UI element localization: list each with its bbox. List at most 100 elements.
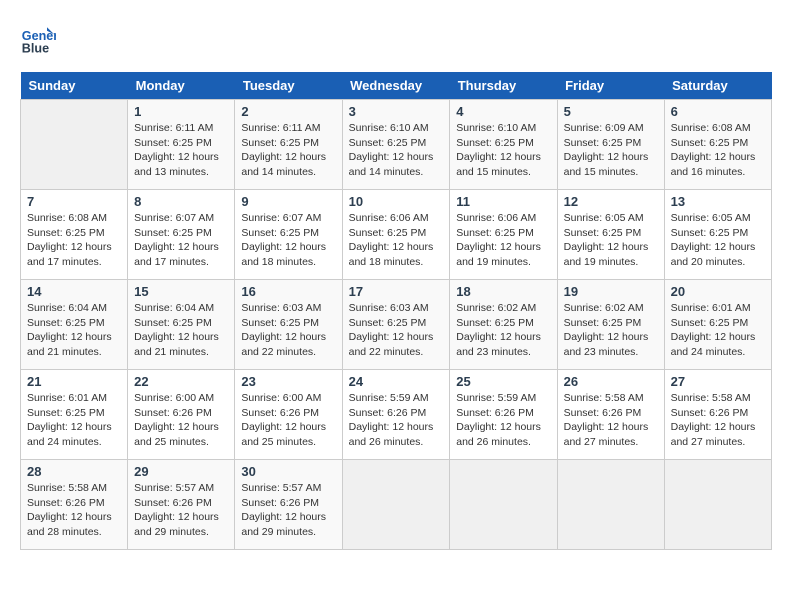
day-info: Sunrise: 6:04 AMSunset: 6:25 PMDaylight:…: [134, 301, 228, 360]
day-number: 17: [349, 284, 444, 299]
day-info: Sunrise: 5:59 AMSunset: 6:26 PMDaylight:…: [456, 391, 550, 450]
day-info: Sunrise: 6:09 AMSunset: 6:25 PMDaylight:…: [564, 121, 658, 180]
day-number: 28: [27, 464, 121, 479]
day-number: 29: [134, 464, 228, 479]
day-number: 23: [241, 374, 335, 389]
day-info: Sunrise: 6:06 AMSunset: 6:25 PMDaylight:…: [456, 211, 550, 270]
calendar-cell: 8 Sunrise: 6:07 AMSunset: 6:25 PMDaylight…: [128, 190, 235, 280]
day-info: Sunrise: 6:00 AMSunset: 6:26 PMDaylight:…: [134, 391, 228, 450]
day-number: 14: [27, 284, 121, 299]
calendar-cell: 11 Sunrise: 6:06 AMSunset: 6:25 PMDayligh…: [450, 190, 557, 280]
calendar-cell: [342, 460, 450, 550]
day-info: Sunrise: 6:08 AMSunset: 6:25 PMDaylight:…: [27, 211, 121, 270]
day-number: 2: [241, 104, 335, 119]
day-info: Sunrise: 5:58 AMSunset: 6:26 PMDaylight:…: [27, 481, 121, 540]
day-info: Sunrise: 6:11 AMSunset: 6:25 PMDaylight:…: [241, 121, 335, 180]
calendar-cell: 2 Sunrise: 6:11 AMSunset: 6:25 PMDaylight…: [235, 100, 342, 190]
calendar-cell: 1 Sunrise: 6:11 AMSunset: 6:25 PMDaylight…: [128, 100, 235, 190]
calendar-cell: 15 Sunrise: 6:04 AMSunset: 6:25 PMDayligh…: [128, 280, 235, 370]
calendar-cell: 14 Sunrise: 6:04 AMSunset: 6:25 PMDayligh…: [21, 280, 128, 370]
calendar-cell: 7 Sunrise: 6:08 AMSunset: 6:25 PMDaylight…: [21, 190, 128, 280]
calendar-cell: 26 Sunrise: 5:58 AMSunset: 6:26 PMDayligh…: [557, 370, 664, 460]
day-info: Sunrise: 6:05 AMSunset: 6:25 PMDaylight:…: [564, 211, 658, 270]
calendar-cell: 10Sunrise: 6:06 AMSunset: 6:25 PMDayligh…: [342, 190, 450, 280]
day-info: Sunrise: 6:01 AMSunset: 6:25 PMDaylight:…: [671, 301, 765, 360]
calendar-table: SundayMondayTuesdayWednesdayThursdayFrid…: [20, 72, 772, 550]
day-number: 6: [671, 104, 765, 119]
day-number: 8: [134, 194, 228, 209]
day-info: Sunrise: 6:03 AMSunset: 6:25 PMDaylight:…: [349, 301, 444, 360]
day-number: 18: [456, 284, 550, 299]
calendar-cell: [664, 460, 771, 550]
weekday-header: Friday: [557, 72, 664, 100]
day-info: Sunrise: 6:08 AMSunset: 6:25 PMDaylight:…: [671, 121, 765, 180]
calendar-cell: 5 Sunrise: 6:09 AMSunset: 6:25 PMDaylight…: [557, 100, 664, 190]
day-info: Sunrise: 5:58 AMSunset: 6:26 PMDaylight:…: [564, 391, 658, 450]
day-number: 20: [671, 284, 765, 299]
calendar-week: 7 Sunrise: 6:08 AMSunset: 6:25 PMDaylight…: [21, 190, 772, 280]
calendar-cell: [557, 460, 664, 550]
day-info: Sunrise: 5:58 AMSunset: 6:26 PMDaylight:…: [671, 391, 765, 450]
calendar-cell: 29 Sunrise: 5:57 AMSunset: 6:26 PMDayligh…: [128, 460, 235, 550]
day-number: 5: [564, 104, 658, 119]
day-number: 22: [134, 374, 228, 389]
day-info: Sunrise: 5:57 AMSunset: 6:26 PMDaylight:…: [134, 481, 228, 540]
weekday-header: Wednesday: [342, 72, 450, 100]
day-number: 15: [134, 284, 228, 299]
day-number: 21: [27, 374, 121, 389]
day-number: 7: [27, 194, 121, 209]
calendar-cell: 21 Sunrise: 6:01 AMSunset: 6:25 PMDayligh…: [21, 370, 128, 460]
weekday-header: Tuesday: [235, 72, 342, 100]
day-number: 9: [241, 194, 335, 209]
logo: General Blue: [20, 20, 60, 56]
day-info: Sunrise: 6:02 AMSunset: 6:25 PMDaylight:…: [456, 301, 550, 360]
calendar-cell: 30 Sunrise: 5:57 AMSunset: 6:26 PMDayligh…: [235, 460, 342, 550]
day-number: 3: [349, 104, 444, 119]
day-number: 27: [671, 374, 765, 389]
day-number: 11: [456, 194, 550, 209]
calendar-cell: 23Sunrise: 6:00 AMSunset: 6:26 PMDayligh…: [235, 370, 342, 460]
day-info: Sunrise: 6:07 AMSunset: 6:25 PMDaylight:…: [134, 211, 228, 270]
day-info: Sunrise: 5:57 AMSunset: 6:26 PMDaylight:…: [241, 481, 335, 540]
calendar-week: 14 Sunrise: 6:04 AMSunset: 6:25 PMDayligh…: [21, 280, 772, 370]
day-info: Sunrise: 5:59 AMSunset: 6:26 PMDaylight:…: [349, 391, 444, 450]
day-info: Sunrise: 6:01 AMSunset: 6:25 PMDaylight:…: [27, 391, 121, 450]
calendar-cell: 9 Sunrise: 6:07 AMSunset: 6:25 PMDaylight…: [235, 190, 342, 280]
calendar-cell: 27 Sunrise: 5:58 AMSunset: 6:26 PMDayligh…: [664, 370, 771, 460]
calendar-cell: 13 Sunrise: 6:05 AMSunset: 6:25 PMDayligh…: [664, 190, 771, 280]
calendar-cell: 17 Sunrise: 6:03 AMSunset: 6:25 PMDayligh…: [342, 280, 450, 370]
svg-text:Blue: Blue: [22, 41, 49, 55]
calendar-cell: 24 Sunrise: 5:59 AMSunset: 6:26 PMDayligh…: [342, 370, 450, 460]
day-number: 4: [456, 104, 550, 119]
weekday-header: Thursday: [450, 72, 557, 100]
calendar-cell: 4Sunrise: 6:10 AMSunset: 6:25 PMDaylight…: [450, 100, 557, 190]
day-number: 1: [134, 104, 228, 119]
calendar-cell: 20 Sunrise: 6:01 AMSunset: 6:25 PMDayligh…: [664, 280, 771, 370]
day-number: 13: [671, 194, 765, 209]
day-number: 24: [349, 374, 444, 389]
weekday-header: Monday: [128, 72, 235, 100]
calendar-cell: 3 Sunrise: 6:10 AMSunset: 6:25 PMDaylight…: [342, 100, 450, 190]
day-info: Sunrise: 6:11 AMSunset: 6:25 PMDaylight:…: [134, 121, 228, 180]
page-header: General Blue: [20, 20, 772, 56]
day-number: 26: [564, 374, 658, 389]
weekday-header: Sunday: [21, 72, 128, 100]
calendar-cell: 12Sunrise: 6:05 AMSunset: 6:25 PMDayligh…: [557, 190, 664, 280]
calendar-cell: 6 Sunrise: 6:08 AMSunset: 6:25 PMDaylight…: [664, 100, 771, 190]
weekday-header: Saturday: [664, 72, 771, 100]
calendar-cell: [21, 100, 128, 190]
day-info: Sunrise: 6:05 AMSunset: 6:25 PMDaylight:…: [671, 211, 765, 270]
day-number: 30: [241, 464, 335, 479]
day-info: Sunrise: 6:04 AMSunset: 6:25 PMDaylight:…: [27, 301, 121, 360]
day-info: Sunrise: 6:07 AMSunset: 6:25 PMDaylight:…: [241, 211, 335, 270]
calendar-cell: 22 Sunrise: 6:00 AMSunset: 6:26 PMDayligh…: [128, 370, 235, 460]
day-number: 16: [241, 284, 335, 299]
calendar-cell: 18 Sunrise: 6:02 AMSunset: 6:25 PMDayligh…: [450, 280, 557, 370]
calendar-cell: 25Sunrise: 5:59 AMSunset: 6:26 PMDayligh…: [450, 370, 557, 460]
calendar-cell: 28 Sunrise: 5:58 AMSunset: 6:26 PMDayligh…: [21, 460, 128, 550]
calendar-cell: [450, 460, 557, 550]
calendar-header: SundayMondayTuesdayWednesdayThursdayFrid…: [21, 72, 772, 100]
day-info: Sunrise: 6:02 AMSunset: 6:25 PMDaylight:…: [564, 301, 658, 360]
calendar-cell: 16Sunrise: 6:03 AMSunset: 6:25 PMDayligh…: [235, 280, 342, 370]
day-info: Sunrise: 6:10 AMSunset: 6:25 PMDaylight:…: [349, 121, 444, 180]
